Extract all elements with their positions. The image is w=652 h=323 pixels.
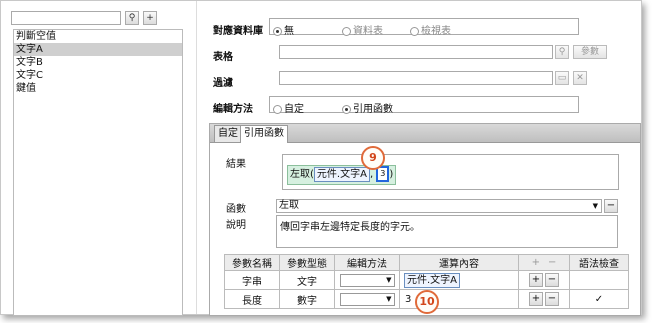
add-item-button[interactable]: +: [143, 11, 157, 25]
source-label: 對應資料庫: [213, 26, 263, 37]
filter-edit-icon[interactable]: ▭: [555, 71, 569, 85]
function-select[interactable]: 左取 ▼: [276, 199, 602, 213]
table-row: 字串 文字 ▼ 元件.文字A + −: [224, 270, 629, 290]
list-item[interactable]: 文字A: [14, 43, 182, 56]
chevron-down-icon: ▼: [386, 275, 392, 284]
list-item[interactable]: 鍵值: [14, 82, 182, 95]
description-box: 傳回字串左邊特定長度的字元。: [276, 215, 618, 248]
param-method-cell: ▼: [334, 289, 400, 309]
param-check-cell: [569, 270, 629, 290]
table-label: 表格: [213, 52, 233, 63]
tab-function[interactable]: 引用函數: [240, 125, 288, 143]
remove-button[interactable]: −: [545, 273, 559, 287]
table-header-pm: + −: [518, 254, 570, 271]
edit-method-radio-group: 自定 引用函數: [269, 96, 579, 115]
filter-clear-button[interactable]: ✕: [573, 71, 587, 85]
param-pm-cell: + −: [518, 270, 570, 290]
panel-divider: [196, 1, 197, 314]
search-button[interactable]: ⚲: [125, 11, 139, 25]
radio-icon: [410, 26, 419, 36]
add-button[interactable]: +: [529, 292, 543, 306]
item-list: 判斷空值 文字A 文字B 文字C 鍵值: [13, 29, 183, 316]
add-button[interactable]: +: [529, 273, 543, 287]
filter-label: 過濾: [213, 78, 233, 89]
tab-custom[interactable]: 自定: [214, 125, 242, 142]
chevron-down-icon: ▼: [592, 202, 598, 210]
param-name-cell: 字串: [224, 270, 280, 290]
left-search-input[interactable]: [11, 11, 121, 25]
radio-label: 檢視表: [421, 26, 451, 37]
content-value: 3: [405, 293, 412, 305]
list-item[interactable]: 文字C: [14, 69, 182, 82]
remove-icon[interactable]: −: [548, 257, 556, 268]
app-window: ⚲ + 判斷空值 文字A 文字B 文字C 鍵值 對應資料庫 無 資料表 檢視表 …: [0, 0, 642, 316]
radio-icon: [273, 104, 282, 114]
result-box: 左取(元件.文字A, 3): [282, 154, 619, 190]
source-radio-group: 無 資料表 檢視表: [269, 18, 579, 37]
table-search-button[interactable]: ⚲: [555, 45, 569, 59]
formula-expression[interactable]: 左取(元件.文字A, 3): [287, 165, 397, 185]
content-chip[interactable]: 元件.文字A: [404, 272, 461, 288]
table-header: 編輯方法: [334, 254, 400, 271]
table-header: 運算內容: [399, 254, 519, 271]
param-type-cell: 數字: [279, 289, 335, 309]
filter-input[interactable]: [279, 71, 553, 85]
param-type-cell: 文字: [279, 270, 335, 290]
tab-bar: 自定 引用函數: [210, 124, 640, 143]
radio-label: 資料表: [353, 26, 383, 37]
chevron-down-icon: ▼: [386, 294, 392, 303]
formula-separator: ,: [369, 169, 374, 180]
edit-option-function[interactable]: 引用函數: [342, 100, 393, 115]
method-select[interactable]: ▼: [339, 292, 395, 306]
source-option-table[interactable]: 資料表: [342, 22, 383, 37]
table-header: 參數型態: [279, 254, 335, 271]
list-item[interactable]: 判斷空值: [14, 30, 182, 43]
radio-icon: [273, 26, 282, 36]
source-option-view[interactable]: 檢視表: [410, 22, 451, 37]
radio-label: 自定: [284, 104, 304, 115]
description-label: 說明: [226, 220, 246, 231]
function-select-value: 左取: [279, 200, 299, 211]
method-select[interactable]: ▼: [339, 273, 395, 287]
formula-arg-chip[interactable]: 元件.文字A: [313, 166, 370, 182]
radio-icon: [342, 104, 351, 114]
radio-label: 引用函數: [353, 104, 393, 115]
radio-icon: [342, 26, 351, 36]
formula-function-name: 左取(: [290, 169, 314, 180]
add-icon[interactable]: +: [532, 257, 540, 268]
param-check-cell: ✓: [569, 289, 629, 309]
param-method-cell: ▼: [334, 270, 400, 290]
table-header: 參數名稱: [224, 254, 280, 271]
formula-close: ): [389, 169, 394, 180]
list-item[interactable]: 文字B: [14, 56, 182, 69]
remove-button[interactable]: −: [545, 292, 559, 306]
callout-badge-10: 10: [415, 290, 439, 314]
edit-method-label: 編輯方法: [213, 104, 253, 115]
param-name-cell: 長度: [224, 289, 280, 309]
param-content-cell: 元件.文字A: [399, 270, 519, 290]
callout-badge-9: 9: [361, 146, 385, 170]
table-header-row: 參數名稱 參數型態 編輯方法 運算內容 + − 語法檢查: [224, 254, 629, 271]
radio-label: 無: [284, 26, 294, 37]
edit-option-custom[interactable]: 自定: [273, 100, 304, 115]
result-label: 結果: [226, 159, 246, 170]
function-remove-button[interactable]: −: [604, 199, 618, 213]
table-input[interactable]: [279, 45, 553, 59]
function-label: 函數: [226, 204, 246, 215]
param-button[interactable]: 參數: [573, 45, 607, 59]
source-option-none[interactable]: 無: [273, 22, 294, 37]
function-tabs-panel: 自定 引用函數 結果 左取(元件.文字A, 3) 9 函數 左取 ▼ − 說明 …: [209, 123, 641, 316]
param-pm-cell: + −: [518, 289, 570, 309]
table-header: 語法檢查: [569, 254, 629, 271]
